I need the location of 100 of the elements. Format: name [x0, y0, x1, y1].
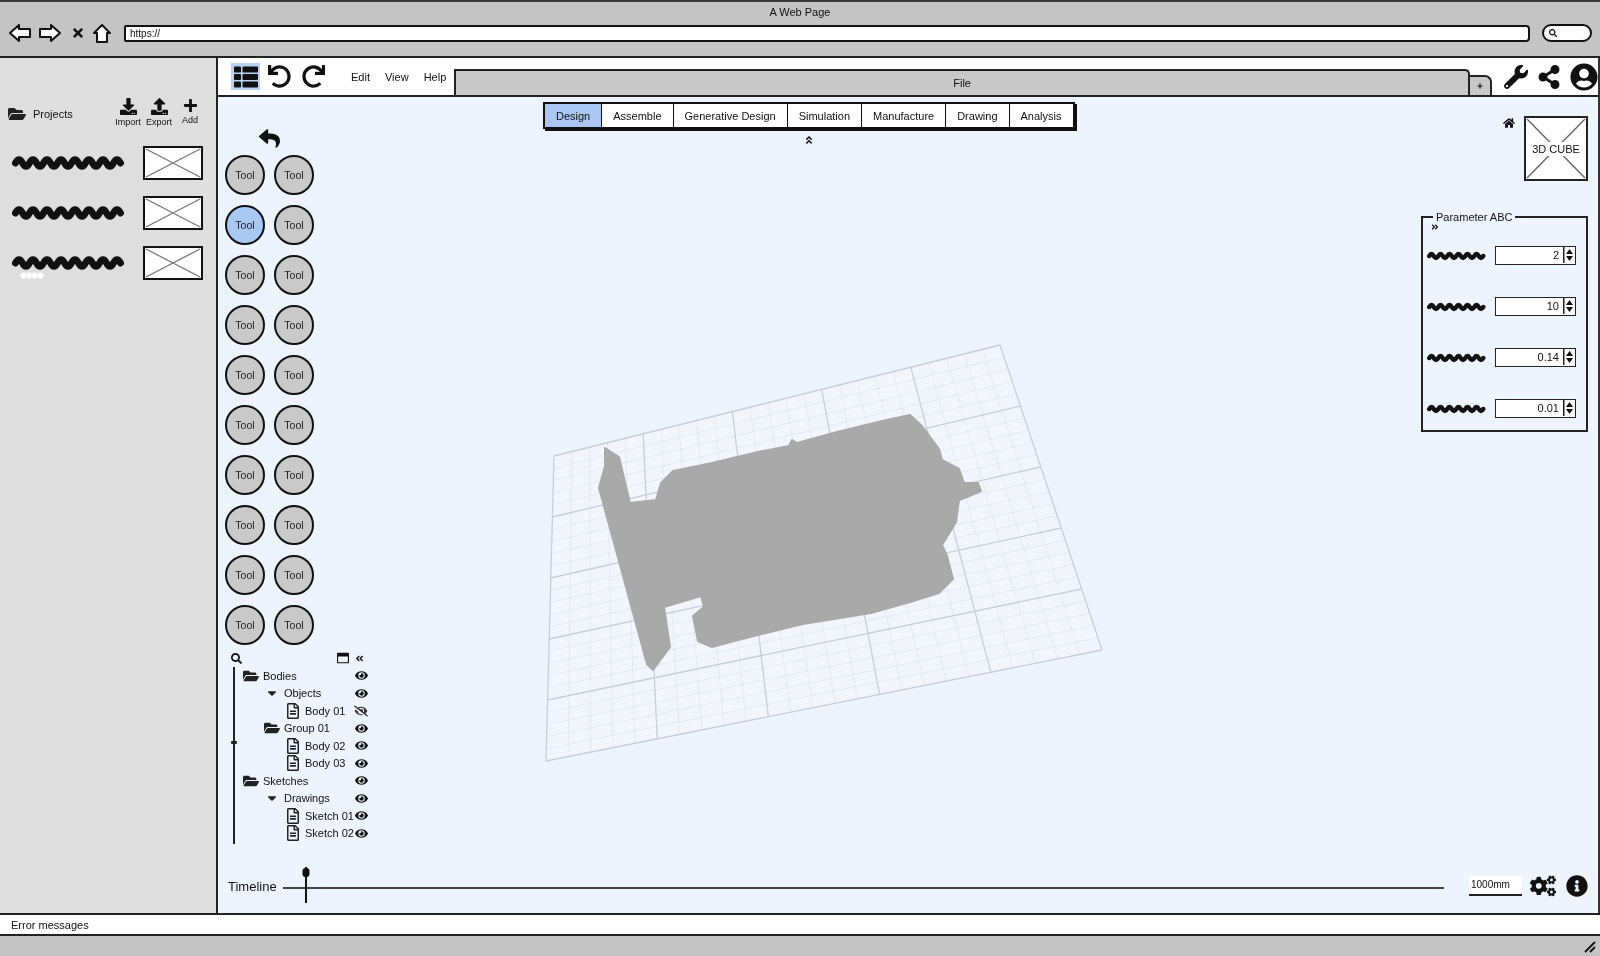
tool-button[interactable]: Tool — [225, 555, 265, 595]
tool-button[interactable]: Tool — [225, 455, 265, 495]
chevron-up-icon[interactable] — [803, 135, 814, 145]
timeline-label: Timeline — [228, 878, 277, 894]
tool-button[interactable]: Tool — [225, 505, 265, 545]
share-icon[interactable] — [1537, 64, 1561, 89]
eye-icon[interactable] — [355, 739, 368, 753]
view-cube[interactable]: 3D CUBE — [1524, 116, 1588, 181]
document-icon — [284, 737, 301, 754]
tree-item[interactable]: Body 03 — [305, 757, 346, 770]
spinner-icon[interactable] — [1563, 400, 1575, 416]
eye-icon[interactable] — [355, 791, 368, 805]
number-field[interactable]: 10 — [1495, 297, 1576, 316]
collapse-icon[interactable] — [355, 653, 364, 663]
tool-button[interactable]: Tool — [225, 605, 265, 645]
number-field[interactable]: 0.01 — [1495, 399, 1576, 418]
dots-icon — [20, 272, 44, 279]
document-tab[interactable]: File — [454, 69, 1470, 95]
eye-icon[interactable] — [355, 686, 368, 700]
tool-button[interactable]: Tool — [225, 155, 265, 195]
toolbar-button[interactable]: Export — [145, 97, 173, 127]
number-field[interactable]: 2 — [1495, 246, 1576, 265]
tool-button[interactable]: Tool — [225, 205, 265, 245]
tool-button[interactable]: Tool — [274, 305, 314, 345]
tool-button[interactable]: Tool — [225, 405, 265, 445]
tool-button[interactable]: Tool — [274, 155, 314, 195]
timeline-handle[interactable] — [301, 867, 310, 903]
search-icon[interactable] — [231, 652, 242, 664]
spinner-icon[interactable] — [1563, 298, 1575, 314]
document-icon — [284, 807, 301, 824]
tool-button[interactable]: Tool — [274, 605, 314, 645]
eye-icon[interactable] — [355, 721, 368, 735]
scribble-icon — [12, 155, 127, 171]
document-icon — [284, 755, 301, 772]
tool-button[interactable]: Tool — [274, 255, 314, 295]
tree-item[interactable]: Sketch 02 — [305, 827, 354, 840]
url-field[interactable]: https:// — [124, 24, 1530, 42]
home-icon[interactable] — [93, 23, 111, 43]
eye-icon[interactable] — [355, 809, 368, 823]
toolbar-button[interactable]: Add — [176, 97, 204, 127]
tool-button[interactable]: Tool — [274, 555, 314, 595]
eye-slash-icon[interactable] — [354, 703, 368, 718]
plus-icon — [1477, 83, 1483, 89]
window-icon[interactable] — [337, 652, 349, 664]
close-icon[interactable] — [71, 26, 85, 40]
eye-icon[interactable] — [355, 826, 368, 840]
resize-grip-icon[interactable] — [1584, 941, 1596, 953]
redo-icon[interactable] — [302, 65, 325, 88]
toolbar-button[interactable]: Import — [114, 97, 142, 127]
workspace-tab[interactable]: Design — [545, 104, 603, 127]
tree-item[interactable]: Drawings — [284, 792, 330, 805]
image-placeholder — [143, 146, 203, 180]
back-icon[interactable] — [9, 24, 31, 42]
scale-field[interactable]: 1000mm — [1469, 876, 1522, 896]
tool-button[interactable]: Tool — [225, 305, 265, 345]
spinner-icon[interactable] — [1563, 247, 1575, 263]
eye-icon[interactable] — [355, 756, 368, 770]
scribble-icon — [1427, 250, 1487, 261]
tool-button[interactable]: Tool — [274, 405, 314, 445]
scribble-icon — [1427, 352, 1487, 363]
spinner-icon[interactable] — [1563, 349, 1575, 365]
tool-button[interactable]: Tool — [225, 355, 265, 395]
tree-item[interactable]: Sketch 01 — [305, 809, 354, 822]
eye-icon[interactable] — [355, 774, 368, 788]
undo-icon[interactable] — [268, 65, 291, 88]
home-icon[interactable] — [1503, 117, 1515, 129]
user-icon[interactable] — [1570, 62, 1598, 91]
search-field[interactable] — [1542, 24, 1592, 42]
tool-button[interactable]: Tool — [274, 205, 314, 245]
tree-item[interactable]: Body 01 — [305, 704, 346, 717]
forward-icon[interactable] — [39, 24, 61, 42]
document-icon — [284, 702, 301, 719]
scribble-icon — [1427, 403, 1487, 414]
status-message: Error messages — [11, 918, 89, 931]
tool-button[interactable]: Tool — [225, 255, 265, 295]
scribble-icon — [12, 255, 127, 271]
settings-icon[interactable] — [1530, 873, 1556, 899]
expand-icon[interactable] — [1431, 223, 1439, 231]
download-icon — [119, 97, 137, 115]
image-placeholder — [143, 196, 203, 230]
folder-icon — [8, 105, 26, 123]
back-arrow-icon[interactable] — [259, 128, 280, 149]
tree-item[interactable]: Objects — [284, 687, 322, 700]
eye-icon[interactable] — [355, 669, 368, 683]
menu-item[interactable]: Help — [423, 70, 447, 83]
menu-item[interactable]: Edit — [351, 70, 370, 83]
wrench-icon[interactable] — [1504, 64, 1528, 89]
tree-item[interactable]: Group 01 — [284, 722, 330, 735]
menu-item[interactable]: View — [384, 70, 409, 83]
tree-item[interactable]: Sketches — [263, 774, 309, 787]
new-tab-button[interactable] — [1470, 75, 1492, 95]
list-view-button[interactable] — [231, 63, 260, 90]
tool-button[interactable]: Tool — [274, 355, 314, 395]
info-icon[interactable] — [1566, 875, 1588, 897]
tool-button[interactable]: Tool — [274, 455, 314, 495]
number-field[interactable]: 0.14 — [1495, 348, 1576, 367]
tool-button[interactable]: Tool — [274, 505, 314, 545]
image-placeholder — [143, 246, 203, 280]
tree-item[interactable]: Bodies — [263, 669, 297, 682]
tree-item[interactable]: Body 02 — [305, 739, 346, 752]
